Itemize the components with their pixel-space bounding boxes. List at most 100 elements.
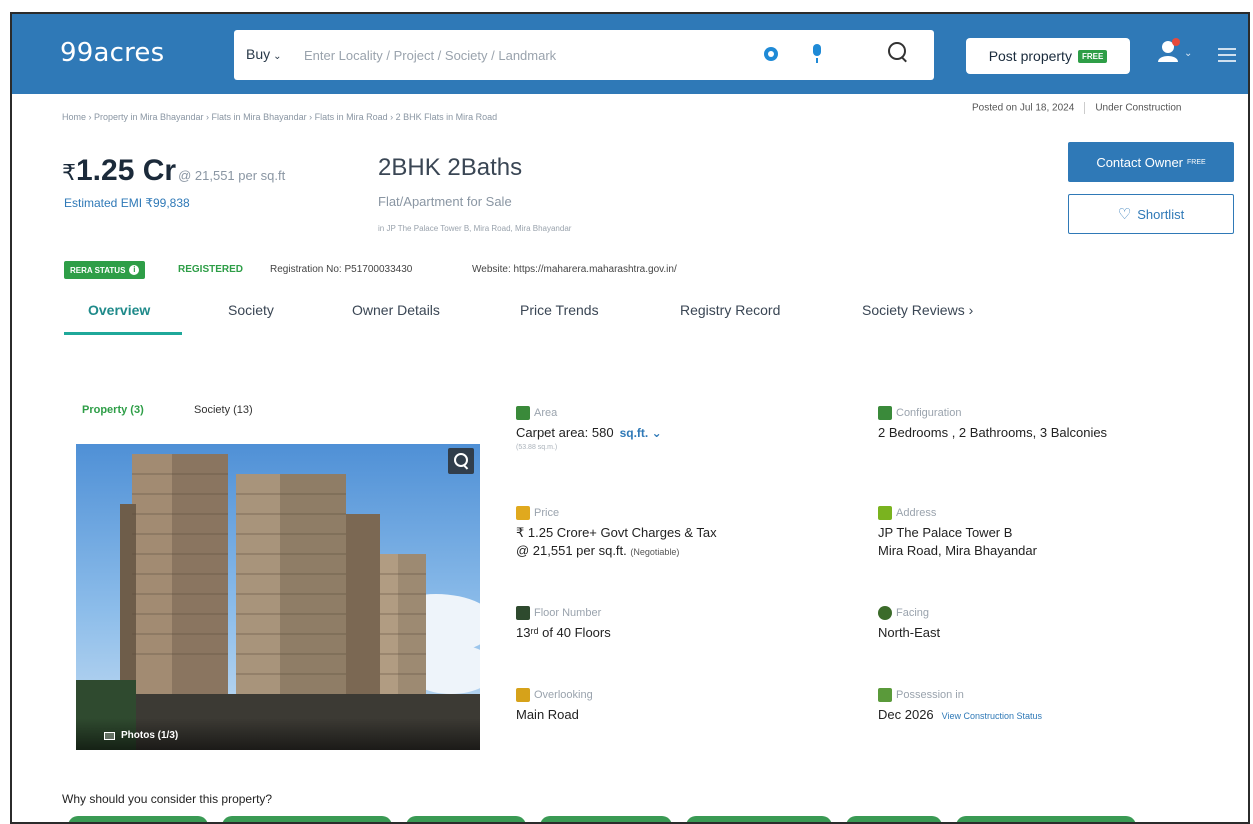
contact-owner-label: Contact Owner	[1096, 154, 1184, 170]
price-headline: ₹1.25 Cr @ 21,551 per sq.ft	[62, 154, 285, 188]
overlooking-value: Main Road	[516, 707, 579, 722]
detail-possession: Possession in Dec 2026 View Construction …	[878, 688, 1042, 725]
rupee-symbol: ₹	[62, 161, 76, 186]
tab-society[interactable]: Society	[228, 302, 274, 318]
floor-label: Floor Number	[534, 607, 602, 619]
user-account-icon[interactable]	[1158, 38, 1180, 68]
highlight-chip[interactable]	[68, 816, 208, 822]
address-line2: Mira Road, Mira Bhayandar	[878, 543, 1037, 558]
property-photo[interactable]: Photos (1/3)	[76, 444, 480, 750]
compass-icon	[878, 606, 892, 620]
facing-value: North-East	[878, 625, 941, 640]
photo-tab-society[interactable]: Society (13)	[194, 404, 253, 416]
heart-icon: ♡	[1117, 206, 1132, 223]
info-icon[interactable]: i	[129, 265, 140, 275]
negotiable-tag: (Negotiable)	[630, 547, 680, 557]
rera-website[interactable]: Website: https://maharera.maharashtra.go…	[472, 264, 677, 275]
zoom-in-icon[interactable]	[448, 448, 474, 474]
floor-stairs-icon	[516, 606, 530, 620]
rera-registered: REGISTERED	[178, 264, 244, 275]
detail-area: Area Carpet area: 580 sq.ft. ⌄ (53.88 sq.…	[516, 406, 662, 451]
area-value: Carpet area: 580	[516, 425, 614, 440]
view-construction-status-link[interactable]: View Construction Status	[942, 711, 1042, 721]
highlight-chip[interactable]	[222, 816, 392, 822]
photos-counter[interactable]: Photos (1/3)	[104, 730, 178, 741]
microphone-icon[interactable]	[812, 44, 822, 64]
rera-status-badge: RERA STATUS i	[64, 261, 146, 279]
hamburger-menu-icon[interactable]	[1218, 48, 1236, 62]
search-icon[interactable]	[888, 42, 910, 64]
highlight-chip[interactable]	[540, 816, 672, 822]
detail-configuration: Configuration 2 Bedrooms , 2 Bathrooms, …	[878, 406, 1107, 442]
signpost-icon	[878, 506, 892, 520]
buy-dropdown[interactable]: Buy ⌄	[246, 46, 282, 62]
area-icon	[516, 406, 530, 420]
property-subtitle: Flat/Apartment for Sale	[378, 194, 512, 209]
tab-society-reviews[interactable]: Society Reviews ›	[862, 302, 973, 318]
photo-tab-property[interactable]: Property (3)	[82, 404, 144, 416]
post-property-label: Post property	[988, 48, 1072, 64]
estimated-emi-link[interactable]: Estimated EMI ₹99,838	[64, 196, 190, 210]
facing-label: Facing	[896, 607, 930, 619]
address-line1: JP The Palace Tower B	[878, 525, 1013, 540]
posted-date: Posted on Jul 18, 2024	[972, 102, 1075, 114]
buy-label: Buy	[246, 46, 271, 62]
area-label: Area	[534, 407, 558, 419]
search-input[interactable]	[304, 40, 744, 70]
chevron-down-icon: ⌄	[273, 51, 282, 62]
detail-floor: Floor Number 13ʳᵈ of 40 Floors	[516, 606, 611, 642]
top-header: 99acres Buy⌄ Post property FREE ⌄	[12, 14, 1248, 94]
contact-owner-button[interactable]: Contact Owner FREE	[1068, 142, 1234, 182]
price-label: Price	[534, 507, 560, 519]
window-icon	[516, 688, 530, 702]
tab-owner-details[interactable]: Owner Details	[352, 302, 440, 318]
highlight-chip[interactable]	[406, 816, 526, 822]
tab-price-trends[interactable]: Price Trends	[520, 302, 599, 318]
photos-count-label: Photos (1/3)	[121, 730, 179, 741]
price-per-sqft: @ 21,551 per sq.ft	[178, 168, 286, 183]
breadcrumb[interactable]: Home › Property in Mira Bhayandar › Flat…	[62, 112, 497, 122]
section-tabs: Overview Society Owner Details Price Tre…	[64, 296, 1024, 336]
image-icon	[104, 731, 115, 740]
site-logo[interactable]: 99acres	[60, 38, 164, 68]
possession-value: Dec 2026	[878, 707, 934, 722]
tab-registry-record[interactable]: Registry Record	[680, 302, 780, 318]
area-sqm: (53.88 sq.m.)	[516, 444, 558, 451]
property-location[interactable]: in JP The Palace Tower B, Mira Road, Mir…	[378, 224, 571, 233]
free-badge: FREE	[1077, 49, 1108, 63]
notification-dot-icon	[1172, 38, 1180, 46]
highlight-chip[interactable]	[846, 816, 942, 822]
location-target-icon[interactable]	[764, 47, 778, 61]
why-consider-heading: Why should you consider this property?	[62, 792, 273, 806]
detail-facing: Facing North-East	[878, 606, 940, 642]
tab-overview[interactable]: Overview	[88, 302, 150, 318]
overlooking-label: Overlooking	[534, 689, 593, 701]
configuration-value: 2 Bedrooms , 2 Bathrooms, 3 Balconies	[878, 425, 1108, 440]
possession-label: Possession in	[896, 689, 964, 701]
building-towers-image	[76, 454, 480, 750]
detail-price: Price ₹ 1.25 Crore+ Govt Charges & Tax @…	[516, 506, 717, 561]
configuration-label: Configuration	[896, 407, 962, 419]
construction-status: Under Construction	[1095, 102, 1182, 114]
rera-registration-number: Registration No: P51700033430	[270, 264, 413, 275]
configuration-icon	[878, 406, 892, 420]
address-label: Address	[896, 507, 937, 519]
price-amount: 1.25 Cr	[76, 154, 177, 187]
area-unit-selector[interactable]: sq.ft. ⌄	[620, 426, 662, 440]
posted-info: Posted on Jul 18, 2024 Under Construction	[972, 102, 1181, 114]
search-bar: Buy ⌄	[234, 30, 934, 80]
highlight-chip[interactable]	[956, 816, 1136, 822]
property-title: 2BHK 2Baths	[378, 154, 523, 181]
free-tag: FREE	[1187, 158, 1206, 166]
detail-address: Address JP The Palace Tower B Mira Road,…	[878, 506, 1037, 560]
chevron-down-icon[interactable]: ⌄	[1184, 48, 1192, 59]
shortlist-button[interactable]: ♡ Shortlist	[1068, 194, 1234, 234]
rera-badge-label: RERA STATUS	[70, 265, 126, 275]
active-tab-indicator	[64, 332, 182, 335]
price-line2: @ 21,551 per sq.ft.	[516, 543, 627, 558]
possession-icon	[878, 688, 892, 702]
page-frame: 99acres Buy⌄ Post property FREE ⌄ Home ›…	[10, 12, 1250, 824]
price-tag-icon	[516, 506, 530, 520]
highlight-chip[interactable]	[686, 816, 832, 822]
post-property-button[interactable]: Post property FREE	[966, 38, 1130, 74]
